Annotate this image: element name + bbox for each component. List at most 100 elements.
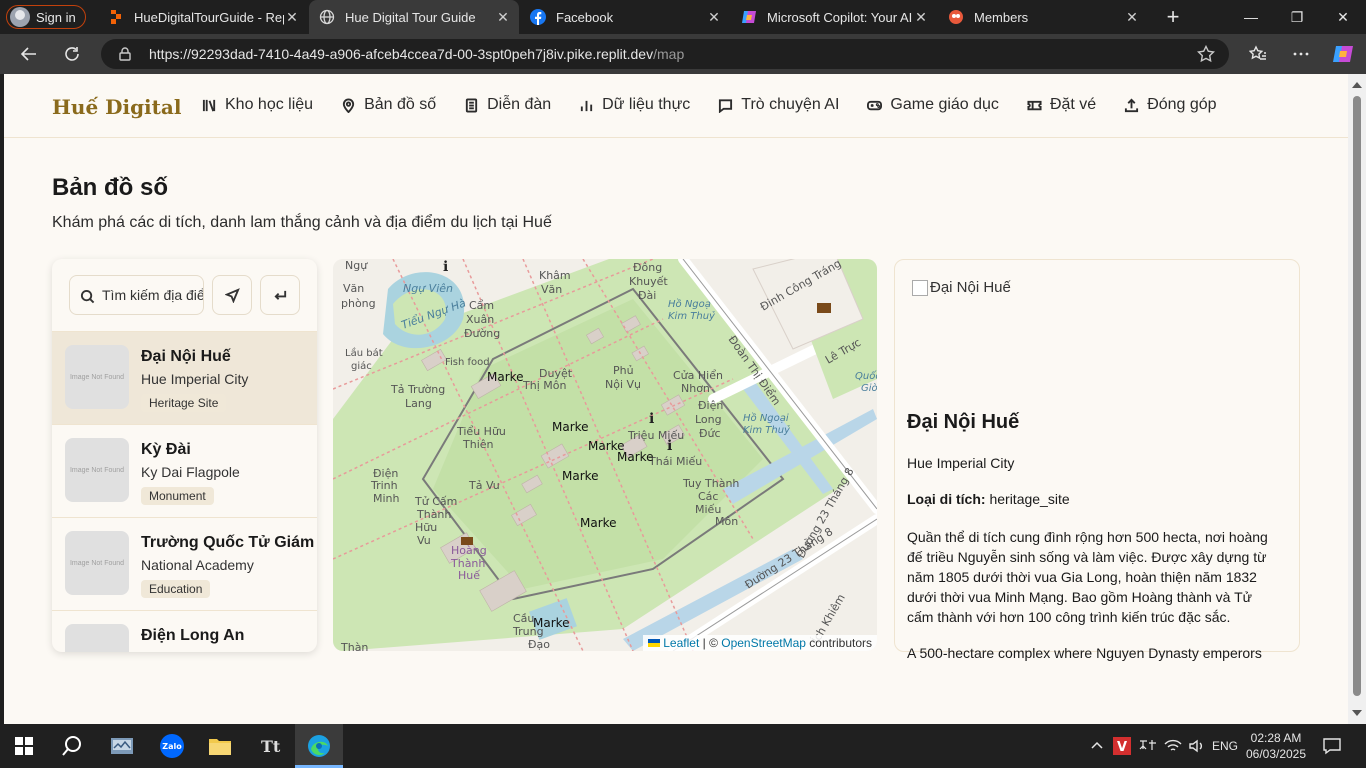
scroll-down-arrow-icon[interactable] <box>1352 710 1362 716</box>
osm-link[interactable]: OpenStreetMap <box>721 636 806 650</box>
search-taskbar-button[interactable] <box>48 724 96 768</box>
svg-text:Điện: Điện <box>698 399 723 412</box>
notification-center-icon[interactable] <box>1322 724 1342 768</box>
svg-text:Đức: Đức <box>699 427 721 440</box>
detail-title: Đại Nội Huế <box>907 411 1020 433</box>
image-alt-text: Đại Nội Huế <box>930 279 1011 296</box>
system-clock[interactable]: 02:28 AM 06/03/2025 <box>1244 730 1308 762</box>
map-tiles[interactable]: Ngự Viên Tiểu Ngự Hà Đông Khuyết Đài Hồ … <box>333 259 877 651</box>
tab-title: Hue Digital Tour Guide <box>345 9 476 25</box>
search-input[interactable]: Tìm kiếm địa điểm <box>69 275 204 315</box>
nav-contribute[interactable]: Đóng góp <box>1124 96 1217 114</box>
start-button[interactable] <box>0 724 48 768</box>
nav-ai-chat[interactable]: Trò chuyện AI <box>718 96 839 114</box>
task-manager-icon[interactable] <box>98 724 146 768</box>
tray-app-icon[interactable]: V <box>1113 724 1131 768</box>
location-english-name: Ky Dai Flagpole <box>141 464 240 480</box>
nav-label: Game giáo dục <box>890 96 999 113</box>
tab-replit[interactable]: HueDigitalTourGuide - Replit ✕ <box>98 0 308 34</box>
clock-date: 06/03/2025 <box>1245 747 1307 761</box>
scroll-up-arrow-icon[interactable] <box>1352 82 1362 88</box>
page-title: Bản đồ số <box>52 174 169 201</box>
volume-icon[interactable] <box>1188 724 1206 768</box>
map-view[interactable]: Ngự Viên Tiểu Ngự Hà Đông Khuyết Đài Hồ … <box>333 259 877 651</box>
windows-logo-icon <box>15 737 33 755</box>
nav-label: Bản đồ số <box>364 96 437 113</box>
page-subtitle: Khám phá các di tích, danh lam thắng cản… <box>52 214 552 231</box>
svg-text:Marke: Marke <box>562 469 599 483</box>
svg-text:Long: Long <box>695 413 722 426</box>
svg-text:Marke: Marke <box>552 420 589 434</box>
svg-text:Nội Vụ: Nội Vụ <box>605 378 641 391</box>
svg-text:Trinh: Trinh <box>370 479 398 492</box>
ticket-icon <box>1027 100 1042 110</box>
file-explorer-icon[interactable] <box>196 724 244 768</box>
brand-logo[interactable]: Huế Digital <box>52 95 181 119</box>
copilot-sidebar-icon[interactable] <box>1328 40 1358 68</box>
settings-more-icon[interactable] <box>1286 40 1316 68</box>
list-item[interactable]: Image Not Found Kỳ Đài Ky Dai Flagpole M… <box>52 424 317 517</box>
tab-copilot[interactable]: Microsoft Copilot: Your AI co ✕ <box>731 0 937 34</box>
map-attribution: Leaflet | © OpenStreetMap contributors <box>643 635 877 651</box>
tab-facebook[interactable]: Facebook ✕ <box>520 0 730 34</box>
category-badge: Heritage Site <box>141 394 227 412</box>
tab-members[interactable]: Members ✕ <box>938 0 1148 34</box>
close-window-button[interactable]: ✕ <box>1320 0 1366 34</box>
detail-type-value: heritage_site <box>989 491 1070 507</box>
back-button[interactable] <box>14 40 44 68</box>
favorite-star-icon[interactable] <box>1197 45 1215 63</box>
close-tab-icon[interactable]: ✕ <box>706 9 722 26</box>
list-item[interactable]: Image Not Found Trường Quốc Tử Giám Nati… <box>52 517 317 610</box>
list-item[interactable]: Điện Long An <box>52 610 317 652</box>
input-language-indicator[interactable]: ENG <box>1212 724 1238 768</box>
leaflet-link[interactable]: Leaflet <box>663 636 699 650</box>
nav-real-data[interactable]: Dữ liệu thực <box>579 96 690 114</box>
favorites-icon[interactable] <box>1243 40 1273 68</box>
svg-text:Minh: Minh <box>373 492 400 505</box>
nav-library[interactable]: Kho học liệu <box>202 96 313 114</box>
location-list-panel: Tìm kiếm địa điểm Image Not Found Đại Nộ… <box>52 259 317 652</box>
reload-button[interactable] <box>57 40 87 68</box>
close-tab-icon[interactable]: ✕ <box>495 9 511 26</box>
nav-map[interactable]: Bản đồ số <box>341 96 436 114</box>
broken-image-icon <box>912 279 928 296</box>
svg-text:Thị Môn: Thị Môn <box>522 379 566 392</box>
tab-hue-digital-active[interactable]: Hue Digital Tour Guide ✕ <box>309 0 519 34</box>
restore-button[interactable]: ❐ <box>1274 0 1320 34</box>
nav-label: Đóng góp <box>1147 96 1217 113</box>
navigation-arrow-icon <box>224 287 240 303</box>
close-tab-icon[interactable]: ✕ <box>1124 9 1140 26</box>
minimize-button[interactable]: — <box>1228 0 1274 34</box>
network-wifi-icon[interactable] <box>1164 724 1182 768</box>
new-tab-button[interactable]: + <box>1150 0 1196 34</box>
detail-description: Quần thể di tích cung đình rộng hơn 500 … <box>907 529 1268 625</box>
typing-app-icon[interactable]: Tt <box>246 724 294 768</box>
close-tab-icon[interactable]: ✕ <box>284 9 300 26</box>
site-info-icon[interactable] <box>119 47 131 61</box>
url-bar[interactable]: https://92293dad-7410-4a49-a906-afceb4cc… <box>101 39 1229 69</box>
svg-text:Tả Trường: Tả Trường <box>390 383 445 396</box>
nav-label: Kho học liệu <box>225 96 314 113</box>
zalo-icon[interactable]: Zalo <box>148 724 196 768</box>
svg-text:Đạo: Đạo <box>528 638 550 651</box>
location-name: Điện Long An <box>141 627 245 644</box>
svg-text:Văn: Văn <box>343 282 364 295</box>
location-thumbnail <box>65 624 129 652</box>
bar-chart-icon <box>581 100 593 111</box>
enter-button[interactable] <box>260 275 300 315</box>
list-item[interactable]: Image Not Found Đại Nội Huế Hue Imperial… <box>52 331 317 424</box>
profile-signin-button[interactable]: Sign in <box>6 5 86 29</box>
nav-forum[interactable]: Diễn đàn <box>464 96 551 114</box>
address-toolbar: https://92293dad-7410-4a49-a906-afceb4cc… <box>0 34 1366 74</box>
show-hidden-icons-button[interactable] <box>1090 724 1104 768</box>
scrollbar-thumb[interactable] <box>1353 96 1361 696</box>
page-scrollbar[interactable] <box>1348 74 1366 724</box>
edge-browser-icon[interactable] <box>295 724 343 768</box>
svg-text:Huế: Huế <box>458 569 480 582</box>
ime-tray-icon[interactable] <box>1138 724 1158 768</box>
locate-me-button[interactable] <box>212 275 252 315</box>
svg-text:Cầu: Cầu <box>513 612 534 625</box>
close-tab-icon[interactable]: ✕ <box>913 9 929 26</box>
nav-edu-game[interactable]: Game giáo dục <box>867 96 999 114</box>
nav-tickets[interactable]: Đặt vé <box>1027 96 1096 114</box>
